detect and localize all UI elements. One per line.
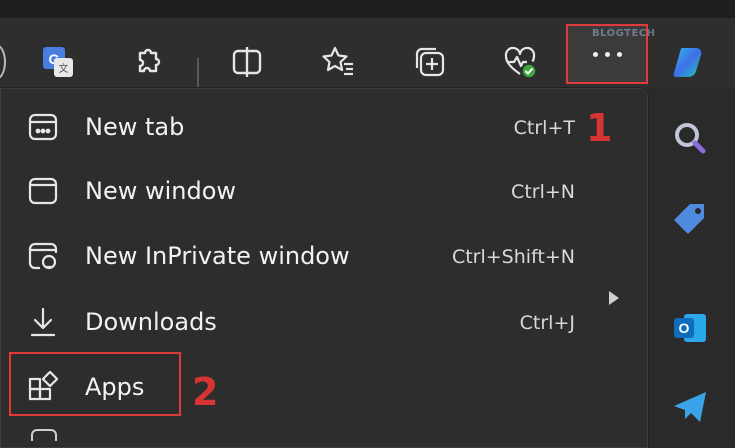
favorites-icon[interactable] (316, 40, 360, 84)
right-sidebar: O (648, 88, 735, 438)
outlook-icon[interactable]: O (670, 308, 710, 348)
split-screen-icon[interactable] (225, 40, 269, 84)
menu-item-shortcut: Ctrl+Shift+N (451, 246, 575, 268)
new-tab-icon (27, 111, 59, 143)
browser-toolbar: G文 BLOGTECH (0, 18, 735, 90)
partial-menu-item-icon (31, 429, 57, 441)
menu-item-label: Downloads (85, 308, 217, 336)
search-icon[interactable] (670, 118, 710, 158)
extensions-icon[interactable] (126, 40, 170, 84)
menu-item-shortcut: Ctrl+J (519, 312, 575, 334)
shopping-tag-icon[interactable] (670, 200, 710, 240)
menu-item-new-window[interactable]: New window Ctrl+N (1, 161, 649, 221)
new-window-icon (27, 175, 59, 207)
menu-item-downloads[interactable]: Downloads Ctrl+J (1, 292, 649, 352)
menu-item-label: New tab (85, 113, 185, 141)
download-icon (27, 306, 59, 338)
more-dots-icon (592, 51, 622, 57)
inprivate-icon (27, 240, 59, 272)
apps-highlight-box (9, 352, 181, 416)
menu-item-new-inprivate-window[interactable]: New InPrivate window Ctrl+Shift+N (1, 226, 649, 286)
step-2-annotation: 2 (192, 370, 219, 414)
menu-item-shortcut: Ctrl+N (511, 181, 575, 203)
menu-item-label: New window (85, 177, 237, 205)
menu-item-shortcut: Ctrl+T (513, 117, 575, 139)
menu-item-new-tab[interactable]: New tab Ctrl+T (1, 97, 649, 157)
watermark: BLOGTECH (592, 28, 656, 39)
menu-item-label: New InPrivate window (85, 242, 350, 270)
copilot-icon[interactable] (668, 40, 712, 84)
step-1-annotation: 1 (586, 106, 613, 150)
svg-text:文: 文 (59, 62, 69, 75)
toolbar-divider (197, 58, 199, 90)
collections-icon[interactable] (408, 40, 452, 84)
submenu-arrow-icon (609, 291, 619, 305)
partial-left-button[interactable] (0, 44, 6, 80)
window-top-strip (0, 0, 735, 18)
browser-essentials-icon[interactable] (498, 40, 542, 84)
svg-text:O: O (679, 320, 690, 336)
translate-icon[interactable]: G文 (36, 40, 80, 84)
telegram-icon[interactable] (670, 386, 710, 426)
